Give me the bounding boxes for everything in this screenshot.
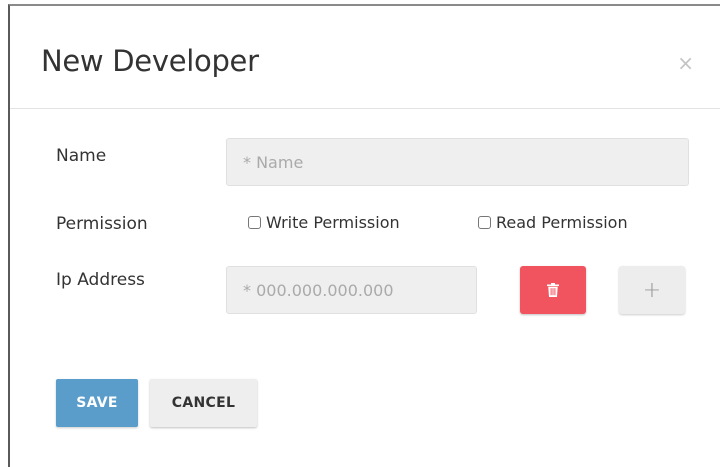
- delete-ip-button[interactable]: [520, 266, 586, 314]
- read-permission-checkbox[interactable]: [478, 216, 491, 229]
- ip-address-label: Ip Address: [56, 270, 145, 290]
- modal-header: New Developer ×: [10, 6, 720, 109]
- name-input[interactable]: [226, 138, 689, 186]
- save-button[interactable]: SAVE: [56, 379, 138, 427]
- trash-icon: [547, 283, 559, 297]
- write-permission-label: Write Permission: [266, 213, 400, 232]
- ip-address-input[interactable]: [226, 266, 477, 314]
- new-developer-modal: New Developer × Name Permission Write Pe…: [8, 4, 720, 467]
- write-permission-option[interactable]: Write Permission: [248, 213, 400, 232]
- cancel-button[interactable]: CANCEL: [150, 379, 257, 427]
- read-permission-option[interactable]: Read Permission: [478, 213, 628, 232]
- name-label: Name: [56, 146, 107, 166]
- add-ip-button[interactable]: +: [619, 266, 685, 314]
- modal-title: New Developer: [41, 44, 259, 78]
- close-icon[interactable]: ×: [677, 53, 694, 73]
- permission-label: Permission: [56, 214, 148, 234]
- page-backdrop: New Developer × Name Permission Write Pe…: [0, 0, 720, 467]
- read-permission-label: Read Permission: [496, 213, 628, 232]
- write-permission-checkbox[interactable]: [248, 216, 261, 229]
- plus-icon: +: [642, 277, 662, 303]
